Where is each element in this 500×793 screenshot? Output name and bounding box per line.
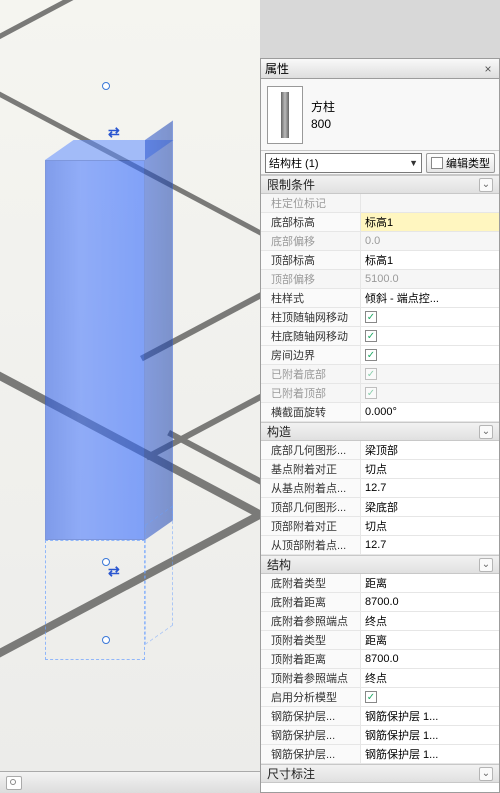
panel-title: 属性 <box>265 60 481 77</box>
row-base-just: 基点附着对正切点 <box>261 460 499 479</box>
type-size: 800 <box>311 117 335 131</box>
collapse-icon[interactable]: ⌄ <box>479 558 493 572</box>
flip-control-bottom[interactable]: ⇄ <box>108 563 120 580</box>
drag-handle-bottom[interactable] <box>102 636 110 644</box>
model-edge <box>0 0 260 64</box>
family-name: 方柱 <box>311 98 335 115</box>
row-column-style: 柱样式倾斜 - 端点控... <box>261 289 499 308</box>
status-bar <box>0 771 260 793</box>
chevron-down-icon: ▼ <box>409 158 418 168</box>
instance-row: 结构柱 (1) ▼ 编辑类型 <box>261 151 499 175</box>
group-structure[interactable]: 结构⌄ <box>261 555 499 574</box>
checkbox-icon: ✓ <box>365 330 377 342</box>
group-constraints[interactable]: 限制条件⌄ <box>261 175 499 194</box>
instance-filter-combo[interactable]: 结构柱 (1) ▼ <box>265 153 422 173</box>
edit-type-button[interactable]: 编辑类型 <box>426 153 495 173</box>
row-cover3: 钢筋保护层...钢筋保护层 1... <box>261 745 499 764</box>
close-icon[interactable]: × <box>481 62 495 76</box>
properties-grid[interactable]: 限制条件⌄ 柱定位标记 底部标高标高1 底部偏移0.0 顶部标高标高1 顶部偏移… <box>261 175 499 792</box>
checkbox-icon: ✓ <box>365 387 377 399</box>
row-attached-top: 已附着顶部✓ <box>261 384 499 403</box>
checkbox-icon: ✓ <box>365 349 377 361</box>
column-side-face <box>145 120 173 540</box>
row-loc-mark: 柱定位标记 <box>261 194 499 213</box>
row-top-geom: 顶部几何图形...梁底部 <box>261 498 499 517</box>
collapse-icon[interactable]: ⌄ <box>479 425 493 439</box>
group-construction[interactable]: 构造⌄ <box>261 422 499 441</box>
flip-control-top[interactable]: ⇄ <box>108 124 120 141</box>
edit-type-icon <box>431 157 443 169</box>
status-icon[interactable] <box>6 776 22 790</box>
group-dimensions[interactable]: 尺寸标注⌄ <box>261 764 499 783</box>
row-room-boundary: 房间边界✓ <box>261 346 499 365</box>
row-analytical: 启用分析模型✓ <box>261 688 499 707</box>
row-top-offset: 顶部偏移5100.0 <box>261 270 499 289</box>
row-section-rotation: 横截面旋转0.000° <box>261 403 499 422</box>
selected-column[interactable] <box>45 130 175 570</box>
row-base-geom: 底部几何图形...梁顶部 <box>261 441 499 460</box>
row-top-just: 顶部附着对正切点 <box>261 517 499 536</box>
instance-filter-text: 结构柱 (1) <box>269 155 319 171</box>
row-move-base: 柱底随轴网移动✓ <box>261 327 499 346</box>
checkbox-icon: ✓ <box>365 368 377 380</box>
row-base-level: 底部标高标高1 <box>261 213 499 232</box>
checkbox-icon: ✓ <box>365 691 377 703</box>
row-base-offset: 底部偏移0.0 <box>261 232 499 251</box>
checkbox-icon: ✓ <box>365 311 377 323</box>
row-top-att-dist: 顶附着距离8700.0 <box>261 650 499 669</box>
column-hidden-extent <box>45 540 145 660</box>
type-selector[interactable]: 方柱 800 <box>261 79 499 151</box>
row-base-att-type: 底附着类型距离 <box>261 574 499 593</box>
row-base-pt: 从基点附着点...12.7 <box>261 479 499 498</box>
row-top-ref-pt: 顶附着参照端点终点 <box>261 669 499 688</box>
row-move-top: 柱顶随轴网移动✓ <box>261 308 499 327</box>
panel-header[interactable]: 属性 × <box>261 59 499 79</box>
model-viewport[interactable]: ⇄ ⇄ <box>0 0 260 793</box>
column-hidden-extent <box>145 505 173 645</box>
row-cover1: 钢筋保护层...钢筋保护层 1... <box>261 707 499 726</box>
row-top-pt: 从顶部附着点...12.7 <box>261 536 499 555</box>
column-front-face <box>45 160 145 540</box>
properties-panel: 属性 × 方柱 800 结构柱 (1) ▼ 编辑类型 限制条件⌄ 柱定位标记 底… <box>260 58 500 793</box>
collapse-icon[interactable]: ⌄ <box>479 178 493 192</box>
row-top-att-type: 顶附着类型距离 <box>261 631 499 650</box>
row-base-att-dist: 底附着距离8700.0 <box>261 593 499 612</box>
type-thumbnail <box>267 86 303 144</box>
edit-type-label: 编辑类型 <box>446 155 490 171</box>
drag-handle-top[interactable] <box>102 82 110 90</box>
collapse-icon[interactable]: ⌄ <box>479 767 493 781</box>
row-attached-base: 已附着底部✓ <box>261 365 499 384</box>
row-cover2: 钢筋保护层...钢筋保护层 1... <box>261 726 499 745</box>
row-base-ref-pt: 底附着参照端点终点 <box>261 612 499 631</box>
row-top-level: 顶部标高标高1 <box>261 251 499 270</box>
